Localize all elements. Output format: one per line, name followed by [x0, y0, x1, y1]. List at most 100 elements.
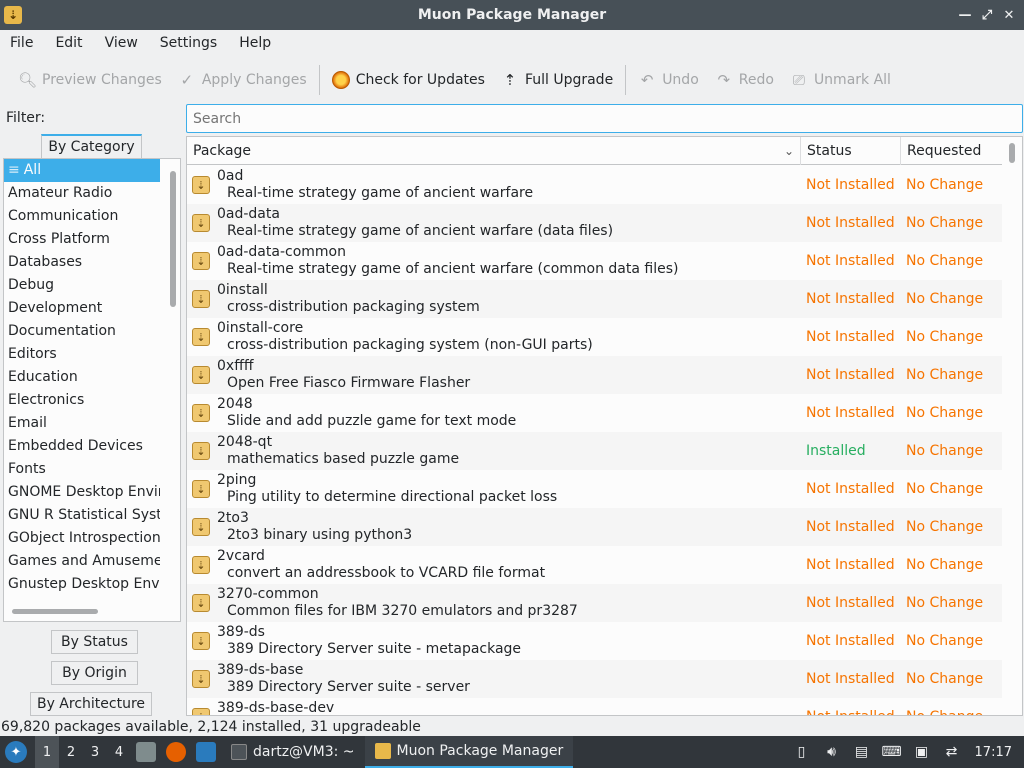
category-item[interactable]: Communication	[4, 205, 160, 228]
package-status: Not Installed	[806, 329, 895, 345]
category-item[interactable]: Debug	[4, 274, 160, 297]
table-row[interactable]: ⇣ 2to3 2to3 binary using python3 Not Instal…	[187, 508, 1002, 546]
category-item[interactable]: Education	[4, 366, 160, 389]
task-terminal[interactable]: dartz@VM3: ~	[221, 736, 365, 768]
category-list[interactable]: ≡ All Amateur Radio Communication Cross Plat…	[3, 158, 181, 622]
battery-icon[interactable]: ▯	[793, 743, 811, 761]
column-header-status[interactable]: Status	[801, 137, 901, 165]
table-row[interactable]: ⇣ 0install cross-distribution packaging sy…	[187, 280, 1002, 318]
package-requested: No Change	[906, 709, 983, 715]
firefox-icon[interactable]	[166, 742, 186, 762]
redo-label: Redo	[738, 72, 774, 88]
by-architecture-tab[interactable]: By Architecture	[30, 692, 152, 716]
menu-file[interactable]: File	[2, 35, 41, 51]
keyboard-icon[interactable]: ⌨	[881, 743, 901, 761]
table-row[interactable]: ⇣ 389-ds 389 Directory Server suite - meta…	[187, 622, 1002, 660]
app-launcher-icon[interactable]: ✦	[5, 741, 27, 763]
column-header-package[interactable]: Package ⌄	[187, 137, 801, 165]
menu-view[interactable]: View	[97, 35, 146, 51]
list-icon: ≡	[8, 162, 20, 178]
workspace-4[interactable]: 4	[107, 736, 131, 768]
clock[interactable]: 17:17	[975, 745, 1012, 760]
category-item[interactable]: Electronics	[4, 389, 160, 412]
by-category-tab[interactable]: By Category	[41, 134, 142, 158]
table-row[interactable]: ⇣ 2vcard convert an addressbook to VCARD f…	[187, 546, 1002, 584]
apply-changes-button[interactable]: ✓ Apply Changes	[170, 63, 315, 97]
preview-changes-button[interactable]: 🔍︎ Preview Changes	[10, 63, 170, 97]
column-header-requested[interactable]: Requested	[901, 137, 1002, 165]
undo-button[interactable]: ↶ Undo	[630, 63, 707, 97]
task-muon[interactable]: Muon Package Manager	[364, 736, 574, 768]
category-label: Amateur Radio	[8, 185, 113, 201]
window-titlebar[interactable]: ⇣ Muon Package Manager — ⤢ ✕	[0, 0, 1024, 30]
category-item[interactable]: Cross Platform	[4, 228, 160, 251]
table-row[interactable]: ⇣ 2048-qt mathematics based puzzle game Ins…	[187, 432, 1002, 470]
table-row[interactable]: ⇣ 2ping Ping utility to determine directio…	[187, 470, 1002, 508]
package-requested: No Change	[906, 177, 984, 193]
full-upgrade-button[interactable]: ⇡ Full Upgrade	[493, 63, 621, 97]
category-item[interactable]: GNOME Desktop Envir	[4, 481, 160, 504]
undo-icon: ↶	[640, 71, 654, 89]
preview-changes-label: Preview Changes	[42, 72, 162, 88]
category-item[interactable]: Development	[4, 297, 160, 320]
category-item[interactable]: Fonts	[4, 458, 160, 481]
package-name: 0ad-data	[217, 206, 280, 222]
workspace-2[interactable]: 2	[59, 736, 83, 768]
table-row[interactable]: ⇣ 0ad Real-time strategy game of ancient w…	[187, 166, 1002, 204]
package-requested: No Change	[906, 291, 984, 307]
unmark-all-button[interactable]: ⎚ Unmark All	[782, 63, 899, 97]
redo-icon: ↷	[717, 71, 731, 89]
package-icon: ⇣	[192, 442, 210, 460]
table-row[interactable]: ⇣ 3270-common Common files for IBM 3270 em…	[187, 584, 1002, 622]
menu-settings[interactable]: Settings	[152, 35, 225, 51]
category-scrollbar[interactable]	[170, 171, 176, 307]
by-status-tab[interactable]: By Status	[51, 630, 138, 654]
file-manager-icon[interactable]	[136, 742, 156, 762]
category-label: Email	[8, 415, 47, 431]
category-item[interactable]: Games and Amusemen	[4, 550, 160, 573]
category-item[interactable]: Gnustep Desktop Envir	[4, 573, 160, 596]
toolbar-separator	[318, 65, 320, 95]
table-row[interactable]: ⇣ 0xffff Open Free Fiasco Firmware Flasher…	[187, 356, 1002, 394]
category-label: Education	[8, 369, 78, 385]
minimize-button[interactable]: —	[956, 5, 974, 25]
package-status: Not Installed	[806, 253, 895, 269]
category-item[interactable]: Documentation	[4, 320, 160, 343]
volume-icon[interactable]: 🔊︎	[823, 743, 841, 761]
package-description: Slide and add puzzle game for text mode	[227, 413, 517, 429]
category-item[interactable]: GNU R Statistical Syste	[4, 504, 160, 527]
table-row[interactable]: ⇣ 389-ds-base-dev Not Installed No Change	[187, 698, 1002, 715]
network-icon[interactable]: ⇄	[943, 743, 961, 761]
desktop-icon[interactable]	[196, 742, 216, 762]
table-row[interactable]: ⇣ 2048 Slide and add puzzle game for text …	[187, 394, 1002, 432]
workspace-1[interactable]: 1	[35, 736, 59, 768]
package-requested: No Change	[906, 215, 984, 231]
clipboard-icon[interactable]: ▤	[853, 743, 871, 761]
check-for-updates-label: Check for Updates	[355, 72, 485, 88]
search-input[interactable]	[186, 104, 1023, 133]
workspace-3[interactable]: 3	[83, 736, 107, 768]
table-row[interactable]: ⇣ 0ad-data Real-time strategy game of anci…	[187, 204, 1002, 242]
redo-button[interactable]: ↷ Redo	[707, 63, 782, 97]
category-item[interactable]: GObject Introspection	[4, 527, 160, 550]
check-for-updates-button[interactable]: Check for Updates	[324, 63, 493, 97]
category-item[interactable]: Email	[4, 412, 160, 435]
table-row[interactable]: ⇣ 0ad-data-common Real-time strategy game …	[187, 242, 1002, 280]
package-rows: ⇣ 0ad Real-time strategy game of ancient w…	[187, 166, 1002, 715]
maximize-button[interactable]: ⤢	[978, 5, 996, 25]
menu-help[interactable]: Help	[231, 35, 279, 51]
menu-edit[interactable]: Edit	[47, 35, 90, 51]
category-item[interactable]: Editors	[4, 343, 160, 366]
notification-icon[interactable]: ▣	[913, 743, 931, 761]
category-hscrollbar[interactable]	[12, 609, 98, 614]
table-row[interactable]: ⇣ 0install-core cross-distribution packagi…	[187, 318, 1002, 356]
category-item[interactable]: Embedded Devices	[4, 435, 160, 458]
table-vscrollbar[interactable]	[1009, 143, 1015, 163]
close-button[interactable]: ✕	[1000, 5, 1018, 25]
by-origin-tab[interactable]: By Origin	[51, 661, 138, 685]
category-item[interactable]: ≡ All	[4, 159, 160, 182]
category-item[interactable]: Databases	[4, 251, 160, 274]
category-item[interactable]: Amateur Radio	[4, 182, 160, 205]
table-row[interactable]: ⇣ 389-ds-base 389 Directory Server suite -…	[187, 660, 1002, 698]
package-table: Package ⌄ Status Requested ⇣ 0ad Real-time…	[186, 136, 1023, 716]
